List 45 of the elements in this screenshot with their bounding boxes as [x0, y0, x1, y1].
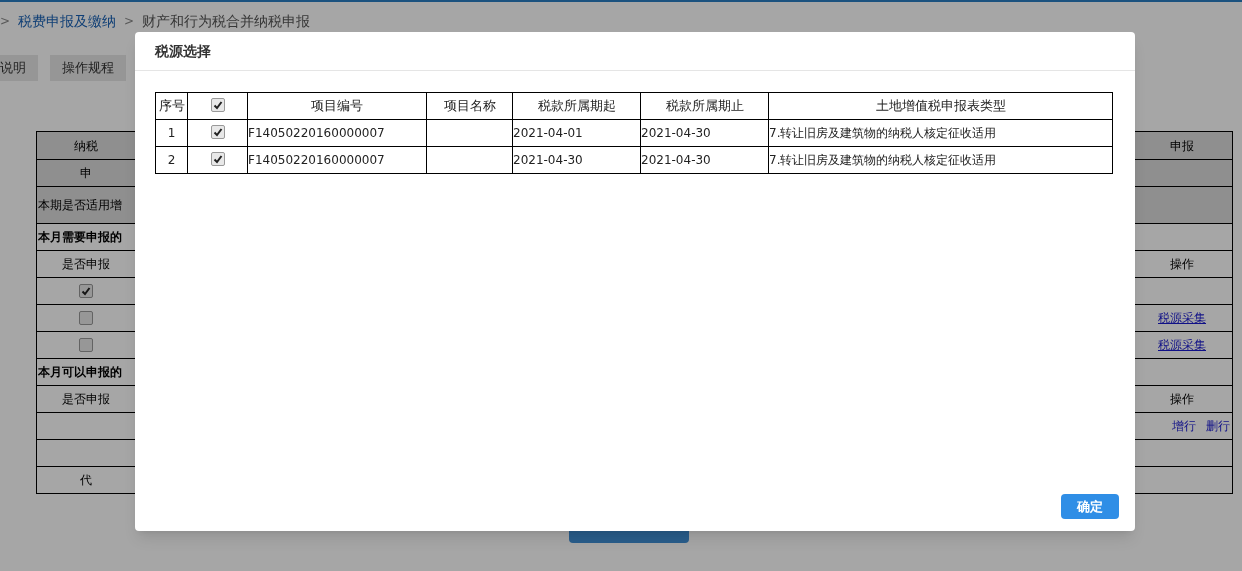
- table-cell: 2021-04-01: [512, 119, 641, 147]
- checkbox-checked[interactable]: [210, 98, 225, 112]
- table-cell-text: 申报: [1170, 137, 1194, 155]
- table-cell-text: 操作: [1170, 391, 1194, 408]
- table-cell: 7.转让旧房及建筑物的纳税人核定征收适用: [768, 119, 1113, 147]
- checkbox-checked[interactable]: [210, 152, 225, 166]
- table-cell-text: 是否申报: [62, 391, 110, 408]
- toolbar-button[interactable]: 操作规程: [50, 55, 126, 81]
- table-cell-text: 本期是否适用增: [38, 197, 122, 214]
- table-cell-text: 是否申报: [62, 256, 110, 273]
- column-header: 项目名称: [426, 92, 513, 120]
- dialog-title: 税源选择: [135, 32, 1135, 71]
- table-cell-text: 申: [80, 165, 92, 182]
- breadcrumb-link[interactable]: 税费申报及缴纳: [18, 10, 117, 32]
- toolbar-button[interactable]: 说明: [0, 55, 38, 81]
- checkbox[interactable]: [79, 338, 93, 352]
- table-cell-text: 本月需要申报的: [38, 229, 122, 246]
- breadcrumb-separator: >: [124, 13, 135, 30]
- table-cell: 2021-04-30: [640, 119, 769, 147]
- checkbox-checked[interactable]: [79, 284, 93, 298]
- table-cell-text: 操作: [1170, 256, 1194, 273]
- column-header: 项目编号: [247, 92, 427, 120]
- table-link[interactable]: 税源采集: [1158, 336, 1206, 354]
- column-header: 序号: [155, 92, 188, 120]
- checkbox-checked[interactable]: [210, 125, 225, 139]
- table-link[interactable]: 删行: [1206, 417, 1230, 435]
- table-cell: 2: [155, 146, 188, 174]
- table-cell-text: 本月可以申报的: [38, 364, 122, 381]
- breadcrumb-separator: >: [0, 13, 11, 30]
- breadcrumb-current: 财产和行为税合并纳税申报: [142, 11, 311, 31]
- table-cell: 7.转让旧房及建筑物的纳税人核定征收适用: [768, 146, 1113, 174]
- column-header: 税款所属期止: [640, 92, 769, 120]
- table-cell-text: 纳税: [74, 137, 98, 155]
- table-cell: 1: [155, 119, 188, 147]
- table-cell: 2021-04-30: [640, 146, 769, 174]
- table-link[interactable]: 税源采集: [1158, 309, 1206, 327]
- confirm-button[interactable]: 确定: [1061, 494, 1119, 519]
- table-cell: 2021-04-30: [512, 146, 641, 174]
- checkbox[interactable]: [79, 311, 93, 325]
- table-cell: F14050220160000007: [247, 146, 427, 174]
- table-cell-text: 代: [80, 472, 92, 489]
- table-link[interactable]: 增行: [1172, 417, 1196, 435]
- column-header: 税款所属期起: [512, 92, 641, 120]
- column-header: 土地增值税申报表类型: [768, 92, 1113, 120]
- table-cell: F14050220160000007: [247, 119, 427, 147]
